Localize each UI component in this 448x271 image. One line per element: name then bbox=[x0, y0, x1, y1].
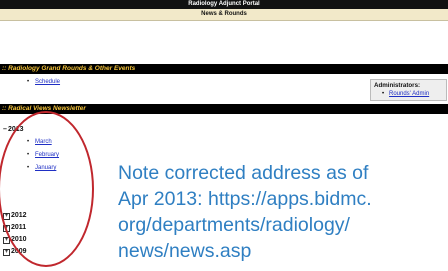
events-section-title: :: Radiology Grand Rounds & Other Events bbox=[2, 65, 136, 72]
expand-icon[interactable]: + bbox=[3, 213, 10, 220]
year-2011-toggle[interactable]: +2011 bbox=[3, 223, 26, 232]
note-line: Note corrected address as of bbox=[118, 162, 369, 184]
events-section-header: :: Radiology Grand Rounds & Other Events bbox=[0, 64, 448, 74]
schedule-link[interactable]: Schedule bbox=[35, 78, 60, 86]
year-label: 2010 bbox=[11, 236, 27, 243]
year-2010-toggle[interactable]: +2010 bbox=[3, 235, 27, 244]
newsletter-section-title: :: Radical Views Newsletter bbox=[2, 105, 86, 112]
note-line: org/departments/radiology/ bbox=[118, 214, 350, 236]
year-2009-toggle[interactable]: +2009 bbox=[3, 247, 27, 256]
year-2013-toggle[interactable]: –2013 bbox=[3, 125, 24, 134]
year-label: 2009 bbox=[11, 248, 27, 255]
year-label: 2011 bbox=[11, 224, 27, 231]
page-subtitle-bar: News & Rounds bbox=[0, 9, 448, 21]
bullet-icon: • bbox=[27, 79, 30, 85]
bullet-icon: • bbox=[382, 91, 385, 97]
year-label: 2013 bbox=[8, 126, 24, 133]
portal-title-bar: Radiology Adjunct Portal bbox=[0, 0, 448, 9]
expand-icon[interactable]: + bbox=[3, 237, 10, 244]
bullet-icon: • bbox=[27, 152, 30, 158]
month-link-february[interactable]: February bbox=[35, 151, 59, 159]
administrators-panel: Administrators: • Rounds' Admin bbox=[370, 79, 447, 101]
note-line: Apr 2013: https://apps.bidmc. bbox=[118, 188, 372, 210]
year-2012-toggle[interactable]: +2012 bbox=[3, 211, 27, 220]
month-link-march[interactable]: March bbox=[35, 138, 52, 146]
bullet-icon: • bbox=[27, 165, 30, 171]
rounds-admin-link[interactable]: Rounds' Admin bbox=[389, 91, 429, 97]
note-line: news/news.asp bbox=[118, 240, 252, 262]
expand-icon[interactable]: + bbox=[3, 225, 10, 232]
page-subtitle: News & Rounds bbox=[201, 11, 247, 17]
year-label: 2012 bbox=[11, 212, 27, 219]
administrators-title: Administrators: bbox=[374, 82, 421, 89]
bullet-icon: • bbox=[27, 139, 30, 145]
month-link-january[interactable]: January bbox=[35, 164, 56, 172]
portal-page: Radiology Adjunct Portal News & Rounds :… bbox=[0, 0, 448, 271]
address-note: Note corrected address as of Apr 2013: h… bbox=[118, 160, 448, 264]
expand-icon[interactable]: + bbox=[3, 249, 10, 256]
newsletter-section-header: :: Radical Views Newsletter bbox=[0, 104, 448, 114]
portal-title: Radiology Adjunct Portal bbox=[188, 1, 260, 7]
